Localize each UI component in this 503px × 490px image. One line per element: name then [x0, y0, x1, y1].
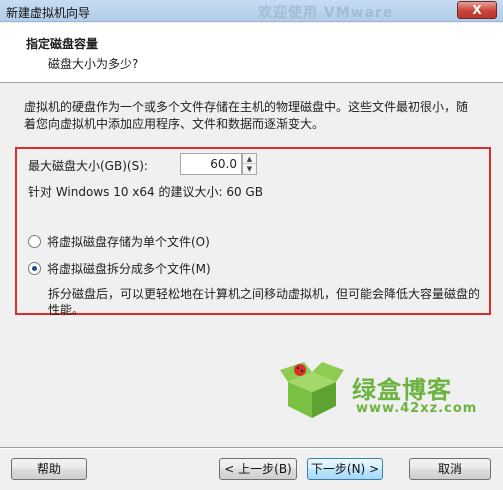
recommended-size-text: 针对 Windows 10 x64 的建议大小: 60 GB	[28, 185, 263, 199]
single-file-label[interactable]: 将虚拟磁盘存储为单个文件(O)	[47, 233, 210, 250]
wizard-header: 指定磁盘容量 磁盘大小为多少?	[0, 23, 503, 83]
split-files-option[interactable]: 将虚拟磁盘拆分成多个文件(M)	[28, 260, 211, 277]
single-file-option[interactable]: 将虚拟磁盘存储为单个文件(O)	[28, 233, 210, 250]
close-button[interactable]: X	[457, 1, 497, 19]
window-title: 新建虚拟机向导	[6, 6, 91, 20]
watermark: 绿盒博客 www.42xz.com	[280, 356, 490, 426]
max-disk-size-value: 60.0	[210, 157, 237, 171]
back-button[interactable]: < 上一步(B)	[219, 458, 297, 480]
split-files-description: 拆分磁盘后，可以更轻松地在计算机之间移动虚拟机，但可能会降低大容量磁盘的性能。	[48, 287, 481, 317]
footer-divider	[0, 447, 503, 449]
help-button[interactable]: 帮助	[11, 458, 87, 480]
radio-split-files[interactable]	[28, 262, 41, 275]
spin-up-icon[interactable]: ▲	[243, 154, 256, 164]
watermark-url: www.42xz.com	[356, 401, 478, 416]
max-disk-size-label: 最大磁盘大小(GB)(S):	[28, 159, 148, 173]
radio-single-file[interactable]	[28, 235, 41, 248]
green-box-logo-icon	[280, 362, 344, 418]
split-files-label[interactable]: 将虚拟磁盘拆分成多个文件(M)	[47, 260, 211, 277]
disk-description: 虚拟机的硬盘作为一个或多个文件存储在主机的物理磁盘中。这些文件最初很小，随着您向…	[24, 100, 469, 131]
next-button[interactable]: 下一步(N) >	[307, 458, 383, 480]
watermark-title: 绿盒博客	[352, 376, 452, 404]
title-bar: 新建虚拟机向导 欢迎使用 VMware X	[0, 0, 503, 22]
max-disk-size-spinner[interactable]: ▲ ▼	[242, 153, 257, 175]
cancel-button[interactable]: 取消	[409, 458, 491, 480]
page-title: 指定磁盘容量	[26, 37, 99, 51]
spin-down-icon[interactable]: ▼	[243, 164, 256, 174]
background-brand-text: 欢迎使用 VMware	[258, 5, 394, 21]
max-disk-size-input[interactable]: 60.0	[180, 153, 242, 175]
page-subtitle: 磁盘大小为多少?	[48, 57, 139, 71]
